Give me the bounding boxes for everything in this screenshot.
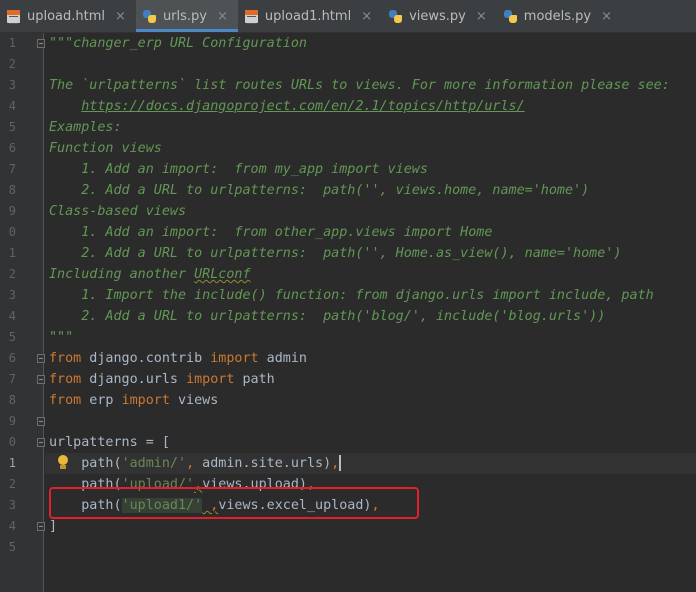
code-text: Including another	[49, 267, 195, 282]
html-file-icon	[244, 9, 259, 24]
line-number: 9	[8, 414, 16, 428]
line-number: 9	[8, 204, 16, 218]
line-number: 2	[8, 267, 16, 281]
python-file-icon	[388, 9, 403, 24]
tab-urls-py[interactable]: urls.py ×	[135, 0, 238, 32]
code-line: 1. Add an import: from my_app import vie…	[49, 162, 428, 177]
line-number-gutter[interactable]: 1 2 3 4 5 6 7 8 9 0 1 2 3 4 5 6 7 8 9 0 …	[0, 33, 45, 592]
code-line: 1. Add an import: from other_app.views i…	[49, 225, 493, 240]
tab-label: upload.html	[27, 8, 106, 24]
code-line: path('admin/', admin.site.urls),	[49, 453, 342, 474]
module-name: django.urls	[81, 372, 187, 387]
code-line: 2. Add a URL to urlpatterns: path('blog/…	[49, 309, 606, 324]
keyword: import	[121, 393, 170, 408]
code-line: Examples:	[49, 120, 122, 135]
punctuation: ,	[331, 456, 340, 471]
line-number: 2	[8, 57, 16, 71]
code-line: """changer_erp URL Configuration	[49, 36, 307, 51]
tab-label: upload1.html	[264, 8, 352, 24]
keyword: import	[186, 372, 235, 387]
tab-upload-html[interactable]: upload.html ×	[0, 0, 136, 32]
tab-views-py[interactable]: views.py ×	[382, 0, 497, 32]
html-file-icon	[6, 9, 21, 24]
tab-label: views.py	[409, 8, 466, 24]
line-number: 5	[8, 120, 16, 134]
docs-url-link[interactable]: https://docs.djangoproject.com/en/2.1/to…	[81, 99, 524, 114]
close-tab-icon[interactable]: ×	[361, 9, 372, 24]
code-line: Class-based views	[49, 204, 187, 219]
code-line: ]	[49, 519, 58, 534]
fold-marker-icon[interactable]	[37, 438, 45, 447]
module-name: django.contrib	[81, 351, 211, 366]
tab-upload1-html[interactable]: upload1.html ×	[238, 0, 382, 32]
keyword: import	[210, 351, 259, 366]
line-number: 0	[8, 225, 16, 239]
spellcheck-word: URLconf	[194, 267, 251, 282]
code-line: urlpatterns = [	[49, 435, 170, 450]
editor-tab-bar: upload.html × urls.py × upload1.html × v…	[0, 0, 696, 33]
code-line: from erp import views	[49, 390, 218, 411]
close-tab-icon[interactable]: ×	[601, 9, 612, 24]
fold-marker-icon[interactable]	[37, 522, 45, 531]
line-number: 1	[8, 36, 16, 50]
line-number: 0	[8, 435, 16, 449]
tab-label: urls.py	[162, 8, 207, 24]
line-number: 5	[8, 540, 16, 554]
keyword: from	[49, 372, 82, 387]
text-caret	[339, 455, 342, 471]
line-number: 4	[8, 99, 16, 113]
line-number: 7	[8, 162, 16, 176]
import-name: path	[234, 372, 275, 387]
close-tab-icon[interactable]: ×	[476, 9, 487, 24]
close-tab-icon[interactable]: ×	[217, 9, 228, 24]
keyword: from	[49, 393, 82, 408]
line-number: 7	[8, 372, 16, 386]
fold-marker-icon[interactable]	[37, 354, 45, 363]
code-line: """	[49, 330, 74, 345]
code-line: 1. Import the include() function: from d…	[49, 288, 654, 303]
code-area[interactable]: """changer_erp URL Configuration The `ur…	[45, 33, 696, 592]
import-name: views	[169, 393, 219, 408]
string-literal: 'admin/'	[121, 456, 187, 471]
line-number: 2	[8, 477, 16, 491]
code-line: from django.contrib import admin	[49, 348, 307, 369]
python-file-icon	[142, 9, 157, 24]
code-text: admin.site.urls)	[194, 456, 332, 471]
import-name: admin	[258, 351, 307, 366]
red-annotation-box	[49, 487, 419, 519]
line-number: 1	[8, 456, 16, 470]
line-number: 6	[8, 141, 16, 155]
python-file-icon	[503, 9, 518, 24]
line-number: 5	[8, 330, 16, 344]
code-line: https://docs.djangoproject.com/en/2.1/to…	[49, 96, 524, 117]
line-number: 3	[8, 78, 16, 92]
code-line: The `urlpatterns` list routes URLs to vi…	[49, 78, 670, 93]
tab-models-py[interactable]: models.py ×	[497, 0, 622, 32]
close-tab-icon[interactable]: ×	[115, 9, 126, 24]
tab-label: models.py	[523, 8, 592, 24]
code-line: Function views	[49, 141, 162, 156]
line-number: 1	[8, 246, 16, 260]
line-number: 4	[8, 519, 16, 533]
fold-marker-icon[interactable]	[37, 375, 45, 384]
punctuation: ,	[186, 456, 195, 471]
fold-marker-icon[interactable]	[37, 39, 45, 48]
code-line: 2. Add a URL to urlpatterns: path('', Ho…	[49, 246, 622, 261]
line-number: 3	[8, 498, 16, 512]
line-number: 3	[8, 288, 16, 302]
line-number: 4	[8, 309, 16, 323]
lightbulb-icon[interactable]	[57, 455, 69, 471]
code-line: from django.urls import path	[49, 369, 275, 390]
keyword: from	[49, 351, 82, 366]
code-line: Including another URLconf	[49, 264, 251, 285]
code-line: 2. Add a URL to urlpatterns: path('', vi…	[49, 183, 590, 198]
code-editor-window: upload.html × urls.py × upload1.html × v…	[0, 0, 696, 592]
line-number: 8	[8, 183, 16, 197]
line-number: 8	[8, 393, 16, 407]
line-number: 6	[8, 351, 16, 365]
module-name: erp	[81, 393, 122, 408]
fold-marker-icon[interactable]	[37, 417, 45, 426]
